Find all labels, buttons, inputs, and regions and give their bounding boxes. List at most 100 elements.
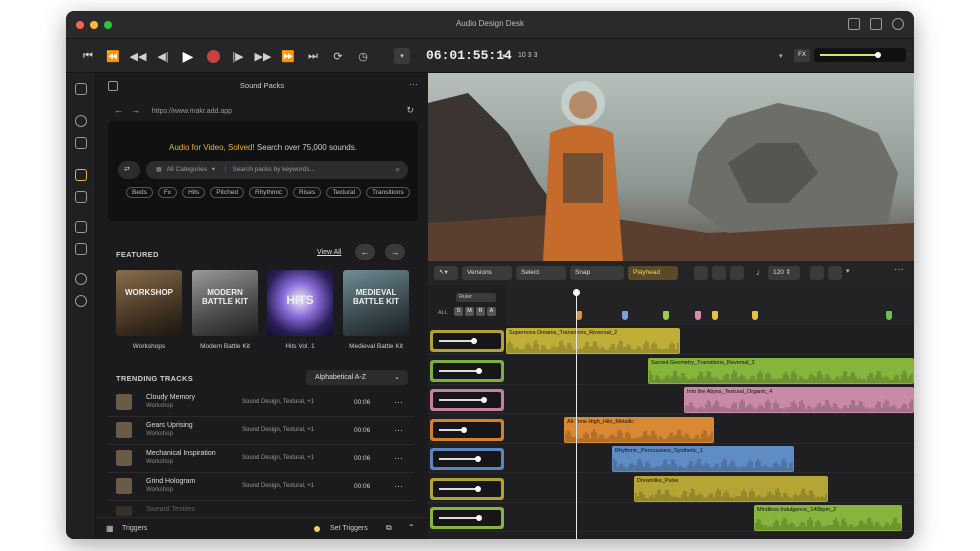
more-icon[interactable]: ··· [394,481,403,491]
audio-clip[interactable]: Sacred Geometry_Transitions_Reversal_2 [648,357,914,384]
track-volume-slider[interactable] [433,480,501,497]
search-icon[interactable] [75,115,87,127]
pack-card-modern-battle-kit[interactable]: MODERN BATTLE KIT [192,270,258,336]
track-volume-knob[interactable] [460,426,467,433]
chip-beds[interactable]: Beds [126,187,153,198]
set-triggers-button[interactable]: Set Triggers [330,525,368,532]
track-volume-knob[interactable] [470,338,477,344]
chip-fx[interactable]: Fx [157,187,178,198]
track-control[interactable] [430,418,504,441]
sort-dropdown[interactable]: Alphabetical A-Z ⌄ [306,370,408,385]
track-row[interactable]: Grind Hologram Workshop Sound Design, Te… [108,473,414,501]
more-icon[interactable]: ··· [394,397,403,407]
versions-dropdown[interactable]: Versions [462,266,512,280]
search-input[interactable]: Search packs by keywords... [232,166,315,173]
fast-forward-icon[interactable]: ▶▶ [255,48,272,64]
track-lane[interactable]: All-Time High_Hits_Metallic [428,416,914,444]
track-row[interactable]: Mechanical Inspiration Workshop Sound De… [108,445,414,473]
forward-icon[interactable]: → [131,105,140,115]
library-icon[interactable] [75,221,87,233]
next-marker-icon[interactable]: ⏩ [280,48,296,64]
timeline-marker[interactable] [886,311,892,320]
plugin-icon[interactable] [75,243,87,255]
timeline-marker[interactable] [663,311,669,320]
group-icon[interactable] [730,266,744,280]
select-dropdown[interactable]: Select [516,266,566,280]
zoom-fit-icon[interactable] [810,266,824,280]
track-volume-knob[interactable] [480,397,487,403]
split-icon[interactable] [694,266,708,280]
panel-more-icon[interactable]: ··· [409,79,418,89]
track-row[interactable]: Sweard Textiles [108,501,414,517]
automation-icon[interactable] [828,266,842,280]
bpm-field[interactable]: 120 ⇕ [768,266,800,280]
track-lane[interactable]: Dreamlike_Pulse [428,475,914,503]
clock-icon[interactable]: ◷ [355,48,371,64]
url-bar[interactable]: ← → https://www.makr.add.app ↻ [114,103,414,117]
track-control[interactable] [430,389,504,411]
track-control[interactable] [430,330,504,352]
reload-icon[interactable]: ↻ [406,103,414,117]
track-lane[interactable]: Into the Abyss_Textural_Organic_4 [428,386,914,414]
go-to-start-icon[interactable]: ⏮ [80,48,96,64]
track-volume-slider[interactable] [433,392,501,408]
audio-clip[interactable]: Dreamlike_Pulse [634,475,828,502]
playhead[interactable] [573,289,580,539]
go-to-end-icon[interactable]: ⏭ [305,48,321,64]
network-icon[interactable] [75,295,87,307]
step-back-icon[interactable]: ◀| [155,48,171,64]
timeline-marker[interactable] [622,311,628,320]
record-button[interactable] [205,48,221,64]
play-button[interactable]: ▶ [180,48,196,64]
chip-rises[interactable]: Rises [293,187,322,198]
track-control[interactable] [430,477,504,500]
chip-rhythmic[interactable]: Rhythmic [248,187,289,198]
chip-hits[interactable]: Hits [182,187,206,198]
featured-next-button[interactable]: → [385,244,405,260]
back-icon[interactable]: ← [114,105,123,115]
chip-pitched[interactable]: Pitched [210,187,244,198]
track-volume-slider[interactable] [433,451,501,467]
previous-marker-icon[interactable]: ⏪ [105,48,121,64]
rewind-icon[interactable]: ◀◀ [130,48,147,64]
swap-icon[interactable] [75,137,87,149]
master-volume-slider[interactable] [814,48,906,62]
view-all-link[interactable]: View All [317,249,341,256]
audio-clip[interactable]: Supernova Dreams_Transitions_Reversal_2 [506,328,680,354]
grid-icon[interactable]: ▦ [106,524,114,533]
timeline-marker[interactable] [752,311,758,320]
track-volume-slider[interactable] [433,362,501,379]
account-icon[interactable] [892,18,904,30]
featured-prev-button[interactable]: ← [355,244,375,260]
sidebar-toggle-icon[interactable] [108,81,118,91]
transport-menu-icon[interactable]: ▾ [394,48,410,64]
audio-clip[interactable]: Into the Abyss_Textural_Organic_4 [684,387,914,413]
track-control[interactable] [430,359,504,382]
snap-dropdown[interactable]: Snap [570,266,624,280]
loop-icon[interactable]: ⟳ [330,48,346,64]
track-lane[interactable]: Sacred Geometry_Transitions_Reversal_2 [428,357,914,385]
pack-card-medieval-battle-kit[interactable]: MEDIEVAL BATTLE KIT [343,270,409,336]
globe-icon[interactable] [75,273,87,285]
chip-textural[interactable]: Textural [326,187,362,198]
chip-transitions[interactable]: Transitions [366,187,410,198]
lock-icon[interactable] [712,266,726,280]
more-icon[interactable]: ··· [394,453,403,463]
import-icon[interactable] [848,18,860,30]
timecode-display[interactable]: 06:01:55:14 [426,48,512,63]
audio-clip[interactable]: Rhythmic_Percussions_Synthetic_1 [612,446,794,472]
record-all-button[interactable]: R [476,307,485,316]
track-volume-knob[interactable] [476,515,483,521]
automation-all-button[interactable]: A [487,307,496,316]
more-icon[interactable]: ··· [394,425,403,435]
pack-card-hits-vol-1[interactable]: HITS [267,270,333,336]
step-forward-icon[interactable]: |▶ [230,48,246,64]
mute-all-button[interactable]: M [465,307,474,316]
pack-card-workshops[interactable]: WORKSHOP [116,270,182,336]
track-lane[interactable]: Mindless Indulgence_140bpm_2 [428,504,914,532]
playhead-handle[interactable] [573,289,580,296]
track-volume-knob[interactable] [476,367,483,374]
track-control[interactable] [430,507,504,529]
category-dropdown[interactable]: All Categories [166,166,206,173]
track-volume-slider[interactable] [433,510,501,526]
